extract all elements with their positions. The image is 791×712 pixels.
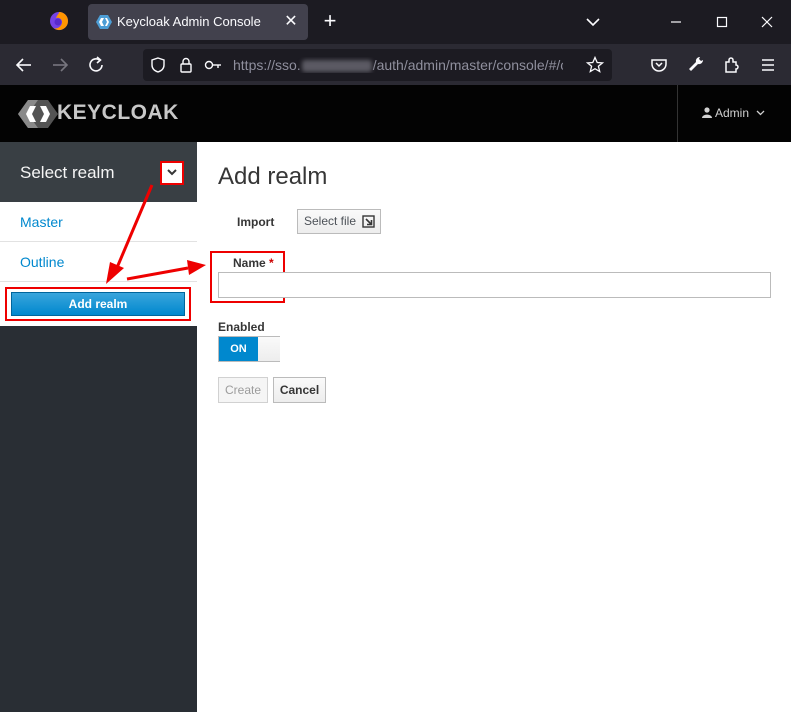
select-file-label: Select file (304, 214, 357, 228)
reload-icon[interactable] (83, 52, 109, 78)
select-file-button[interactable]: Select file (297, 209, 381, 234)
cancel-button[interactable]: Cancel (273, 377, 326, 403)
browser-tab-active[interactable]: Keycloak Admin Console ✕ (88, 4, 308, 40)
required-marker: * (269, 256, 274, 270)
user-menu[interactable]: Admin (702, 106, 765, 120)
name-input[interactable] (218, 272, 771, 298)
extensions-icon[interactable] (719, 52, 745, 78)
hamburger-menu-icon[interactable] (755, 52, 781, 78)
url-prefix: https://sso. (233, 57, 301, 73)
name-label-text: Name (233, 256, 266, 270)
enabled-toggle-knob (258, 337, 280, 361)
browser-nav-bar: https://sso. /auth/admin/master/console/#… (0, 44, 791, 85)
window-close-icon[interactable] (753, 8, 781, 36)
add-realm-highlight: Add realm (5, 287, 191, 321)
pocket-icon[interactable] (646, 52, 672, 78)
realm-item-master[interactable]: Master (0, 202, 197, 242)
import-file-icon (362, 215, 375, 228)
keycloak-favicon-icon (96, 15, 112, 29)
create-button[interactable]: Create (218, 377, 268, 403)
browser-tab-bar: Keycloak Admin Console ✕ + (0, 0, 791, 44)
tab-close-icon[interactable]: ✕ (282, 13, 300, 31)
realm-selector[interactable]: Select realm (0, 142, 197, 202)
url-bar[interactable]: https://sso. /auth/admin/master/console/#… (143, 49, 612, 81)
url-suffix: /auth/admin/master/console/#/cre (372, 57, 563, 73)
shield-icon[interactable] (148, 55, 168, 75)
app-header: KEYCLOAK Admin (0, 85, 791, 142)
chevron-down-icon (167, 169, 177, 176)
new-tab-icon[interactable]: + (318, 10, 342, 34)
enabled-label: Enabled (218, 320, 265, 334)
name-label: Name * (233, 256, 274, 270)
tab-list-chevron-icon[interactable] (579, 8, 607, 36)
keycloak-logo-icon[interactable] (18, 98, 58, 130)
url-redacted (301, 60, 372, 73)
enabled-toggle-state: ON (219, 337, 258, 361)
realm-item-outline[interactable]: Outline (0, 242, 197, 282)
enabled-toggle[interactable]: ON (218, 336, 280, 362)
add-realm-button[interactable]: Add realm (11, 292, 185, 316)
back-arrow-icon[interactable] (11, 52, 37, 78)
forward-arrow-icon[interactable] (47, 52, 73, 78)
header-divider (677, 85, 678, 142)
realm-item-label: Master (20, 214, 63, 230)
realm-dropdown-toggle[interactable] (160, 161, 184, 185)
url-text: https://sso. /auth/admin/master/console/#… (233, 57, 563, 73)
sidebar: Select realm Master Outline Add realm (0, 142, 197, 712)
lock-icon[interactable] (176, 55, 196, 75)
page-title: Add realm (218, 163, 328, 190)
firefox-icon[interactable] (48, 10, 70, 32)
bookmark-star-icon[interactable] (585, 55, 605, 75)
user-menu-caret-icon (756, 110, 765, 116)
tab-title: Keycloak Admin Console (117, 14, 261, 29)
minimize-icon[interactable] (662, 8, 690, 36)
main-content: Add realm Import Select file Name * Enab… (197, 142, 791, 712)
user-icon (702, 107, 712, 118)
wrench-icon[interactable] (683, 52, 709, 78)
maximize-icon[interactable] (708, 8, 736, 36)
import-label: Import (237, 215, 275, 229)
realm-item-label: Outline (20, 254, 65, 270)
user-name: Admin (715, 106, 750, 120)
realm-selector-label: Select realm (20, 163, 115, 182)
key-icon[interactable] (203, 55, 223, 75)
keycloak-logo-text: KEYCLOAK (57, 101, 179, 124)
